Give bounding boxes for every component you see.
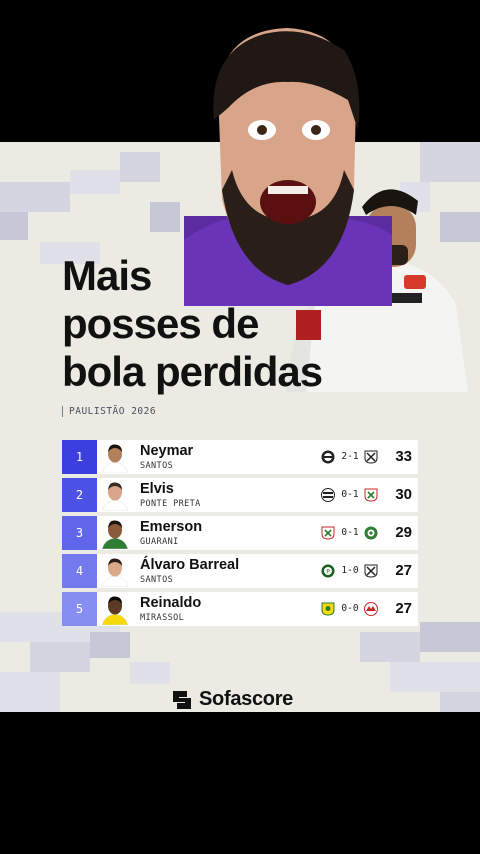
stat-value: 29 <box>395 524 412 541</box>
bragantino-crest-icon <box>364 602 378 616</box>
stat-value: 30 <box>395 486 412 503</box>
svg-text:P: P <box>326 569 330 576</box>
player-club: SANTOS <box>140 575 174 585</box>
match-score: 0-0 <box>341 603 359 614</box>
player-avatar <box>99 593 131 626</box>
brand-name: Sofascore <box>199 688 294 710</box>
title-line-3: bola perdidas <box>62 348 323 395</box>
player-club: PONTE PRETA <box>140 499 201 509</box>
portuguesa-crest-icon <box>321 526 335 540</box>
santos-crest-icon <box>364 450 378 464</box>
rank-badge: 5 <box>62 592 97 626</box>
ponte-preta-crest-icon <box>321 488 335 502</box>
player-name: Álvaro Barreal <box>140 557 240 573</box>
table-row[interactable]: 3 Emerson GUARANI 0-1 29 <box>62 516 418 550</box>
competition-label: PAULISTÃO 2026 <box>62 406 156 417</box>
ranking-table: 1 Neymar SANTOS 2-1 33 2 Elvis PONTE PRETA 0-1 30… <box>62 440 418 630</box>
player-avatar <box>99 441 131 474</box>
sofascore-logo: Sofascore <box>171 688 293 711</box>
player-club: GUARANI <box>140 537 179 547</box>
match-score: 1-0 <box>341 565 359 576</box>
rank-badge: 1 <box>62 440 97 474</box>
player-club: MIRASSOL <box>140 613 185 623</box>
table-row[interactable]: 1 Neymar SANTOS 2-1 33 <box>62 440 418 474</box>
table-row[interactable]: 5 Reinaldo MIRASSOL 0-0 27 <box>62 592 418 626</box>
stat-value: 27 <box>395 562 412 579</box>
rank-badge: 2 <box>62 478 97 512</box>
portuguesa-crest-icon <box>364 488 378 502</box>
title-line-2: posses de <box>62 300 259 347</box>
player-club: SANTOS <box>140 461 174 471</box>
santos-crest-icon <box>364 564 378 578</box>
guarani-crest-icon <box>364 526 378 540</box>
rank-badge: 4 <box>62 554 97 588</box>
match-score: 0-1 <box>341 489 359 500</box>
presenter-face-photo <box>184 28 392 306</box>
player-name: Elvis <box>140 481 174 497</box>
player-avatar <box>99 555 131 588</box>
player-name: Neymar <box>140 443 194 459</box>
player-name: Emerson <box>140 519 203 535</box>
player-name: Reinaldo <box>140 595 202 611</box>
rank-badge: 3 <box>62 516 97 550</box>
stat-value: 33 <box>395 448 412 465</box>
match-score: 0-1 <box>341 527 359 538</box>
player-avatar <box>99 517 131 550</box>
match-score: 2-1 <box>341 451 359 462</box>
stat-value: 27 <box>395 600 412 617</box>
table-row[interactable]: 4 Álvaro Barreal SANTOS P 1-0 27 <box>62 554 418 588</box>
player-avatar <box>99 479 131 512</box>
table-row[interactable]: 2 Elvis PONTE PRETA 0-1 30 <box>62 478 418 512</box>
sofascore-logo-icon <box>173 690 191 709</box>
mirassol-crest-icon <box>321 602 335 616</box>
corinthians-crest-icon <box>321 450 335 464</box>
palmeiras-crest-icon: P <box>321 564 335 578</box>
